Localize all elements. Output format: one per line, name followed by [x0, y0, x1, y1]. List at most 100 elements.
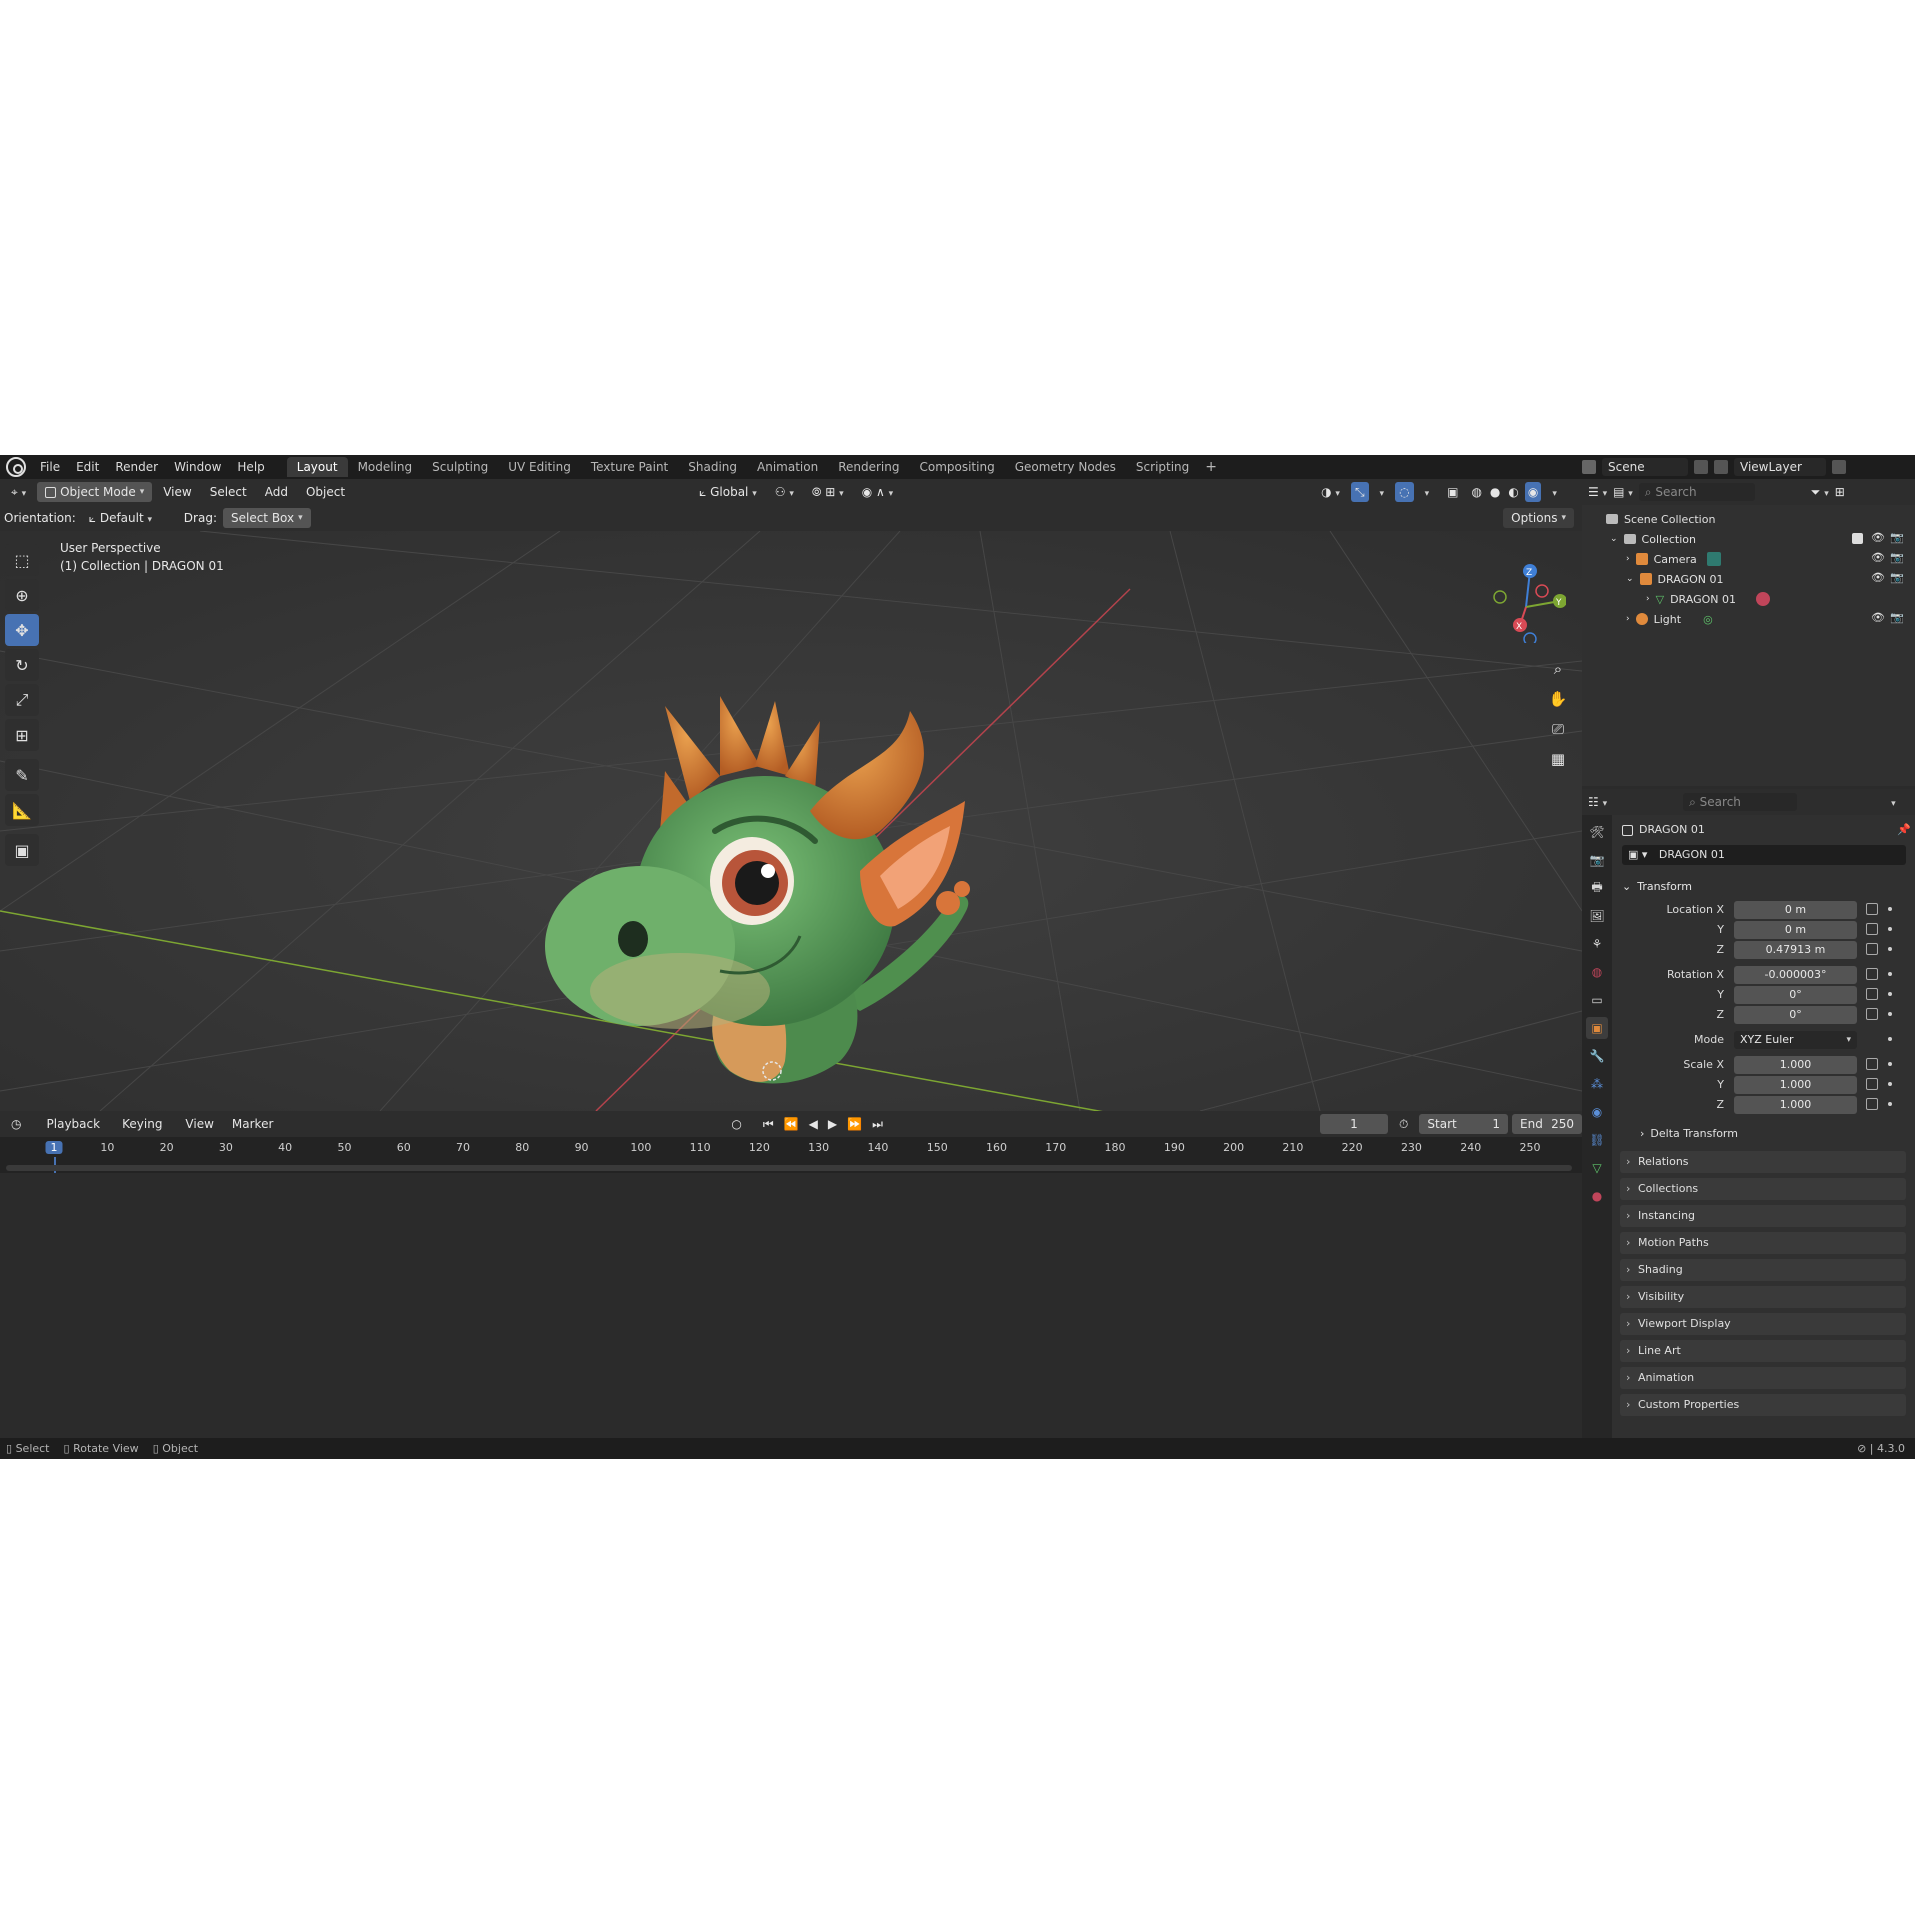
- scene-name-field[interactable]: Scene: [1602, 458, 1688, 476]
- pan-view-icon[interactable]: ✋: [1544, 685, 1572, 713]
- expand-chevron-icon[interactable]: ›: [1626, 554, 1630, 564]
- rotation-y-field[interactable]: 0°: [1734, 986, 1857, 1004]
- tab-modeling[interactable]: Modeling: [348, 457, 423, 477]
- scale-x-field[interactable]: 1.000: [1734, 1056, 1857, 1074]
- scene-icon[interactable]: [1582, 460, 1596, 474]
- location-z-field[interactable]: 0.47913 m: [1734, 941, 1857, 959]
- blender-logo-icon[interactable]: [6, 457, 26, 477]
- material-icon[interactable]: [1755, 592, 1770, 606]
- keyframe-dot-icon[interactable]: [1888, 907, 1892, 911]
- location-x-field[interactable]: 0 m: [1734, 901, 1857, 919]
- timeline-editor-icon[interactable]: ◷ ▾: [4, 1114, 36, 1151]
- lock-icon[interactable]: [1866, 988, 1878, 1000]
- transform-orientation-dropdown[interactable]: ⟀ Global ▾: [692, 482, 764, 502]
- panel-animation[interactable]: Animation: [1620, 1367, 1906, 1389]
- timeline-menu-keying[interactable]: Keying ▾: [115, 1114, 174, 1151]
- keyframe-dot-icon[interactable]: [1888, 1082, 1892, 1086]
- visibility-icon[interactable]: ◑ ▾: [1314, 482, 1347, 502]
- keyframe-dot-icon[interactable]: [1888, 992, 1892, 996]
- object-name-field[interactable]: ▣ ▾ DRAGON 01: [1622, 845, 1906, 865]
- xray-icon[interactable]: ▣: [1440, 482, 1465, 502]
- gizmo-dropdown-icon[interactable]: ▾: [1373, 482, 1392, 502]
- add-workspace-icon[interactable]: +: [1199, 457, 1223, 477]
- end-frame-field[interactable]: End 250: [1512, 1114, 1582, 1134]
- play-icon[interactable]: ▶: [825, 1114, 840, 1134]
- panel-custom-properties[interactable]: Custom Properties: [1620, 1394, 1906, 1416]
- overlay-dropdown-icon[interactable]: ▾: [1418, 482, 1437, 502]
- properties-editor-icon[interactable]: ☷ ▾: [1588, 792, 1607, 812]
- keyframe-dot-icon[interactable]: [1888, 972, 1892, 976]
- tab-scripting[interactable]: Scripting: [1126, 457, 1199, 477]
- tab-rendering[interactable]: Rendering: [828, 457, 909, 477]
- menu-help[interactable]: Help: [229, 455, 272, 479]
- world-tab-icon[interactable]: ◍: [1586, 961, 1608, 983]
- view-layer-tab-icon[interactable]: 🖼: [1586, 905, 1608, 927]
- options-dropdown[interactable]: Options ▾: [1503, 508, 1574, 528]
- delta-transform-subpanel[interactable]: › Delta Transform: [1640, 1127, 1738, 1140]
- timeline-menu-view[interactable]: View: [178, 1114, 220, 1134]
- expand-chevron-icon[interactable]: ›: [1646, 594, 1650, 604]
- navigation-gizmo[interactable]: Z Y X: [1486, 563, 1566, 643]
- lock-icon[interactable]: [1866, 1078, 1878, 1090]
- keyframe-dot-icon[interactable]: [1888, 1062, 1892, 1066]
- modifier-tab-icon[interactable]: 🔧: [1586, 1045, 1608, 1067]
- tool-tab-icon[interactable]: 🛠: [1586, 821, 1608, 843]
- select-box-tool-icon[interactable]: ⬚: [5, 544, 39, 576]
- physics-tab-icon[interactable]: ◉: [1586, 1101, 1608, 1123]
- visibility-eye-icon[interactable]: 👁: [1871, 531, 1885, 544]
- render-tab-icon[interactable]: 📷: [1586, 849, 1608, 871]
- orientation-dropdown[interactable]: ⟀ Default ▾: [82, 508, 178, 528]
- panel-line-art[interactable]: Line Art: [1620, 1340, 1906, 1362]
- editor-type-icon[interactable]: ⌖ ▾: [4, 482, 33, 502]
- expand-chevron-icon[interactable]: ›: [1626, 614, 1630, 624]
- lock-icon[interactable]: [1866, 968, 1878, 980]
- viewlayer-name-field[interactable]: ViewLayer: [1734, 458, 1826, 476]
- rotate-tool-icon[interactable]: ↻: [5, 649, 39, 681]
- lock-icon[interactable]: [1866, 903, 1878, 915]
- menu-edit[interactable]: Edit: [68, 455, 107, 479]
- render-camera-icon[interactable]: 📷: [1890, 571, 1904, 584]
- stopwatch-icon[interactable]: ⏱: [1392, 1114, 1415, 1134]
- panel-shading[interactable]: Shading: [1620, 1259, 1906, 1281]
- menu-view[interactable]: View: [156, 482, 198, 502]
- gizmo-neg-x-handle[interactable]: [1493, 590, 1507, 604]
- tab-geometry-nodes[interactable]: Geometry Nodes: [1005, 457, 1126, 477]
- keyframe-dot-icon[interactable]: [1888, 1102, 1892, 1106]
- annotate-tool-icon[interactable]: ✎: [5, 759, 39, 791]
- menu-window[interactable]: Window: [166, 455, 229, 479]
- panel-viewport-display[interactable]: Viewport Display: [1620, 1313, 1906, 1335]
- properties-search-input[interactable]: ⌕ Search: [1683, 793, 1798, 811]
- scene-tab-icon[interactable]: ⚘: [1586, 933, 1608, 955]
- scale-tool-icon[interactable]: ⤢: [5, 684, 39, 716]
- tab-animation[interactable]: Animation: [747, 457, 828, 477]
- visibility-eye-icon[interactable]: 👁: [1871, 571, 1885, 584]
- timeline-scrollbar[interactable]: [6, 1165, 1572, 1171]
- keyframe-dot-icon[interactable]: [1888, 947, 1892, 951]
- lock-icon[interactable]: [1866, 1098, 1878, 1110]
- zoom-view-icon[interactable]: ⌕: [1544, 655, 1572, 683]
- menu-object[interactable]: Object: [299, 482, 352, 502]
- menu-add[interactable]: Add: [258, 482, 295, 502]
- timeline-ruler[interactable]: 1 10 20 30 40 50 60 70 80 90 100 110 120 130 140 150 160…: [0, 1137, 1582, 1173]
- rotation-x-field[interactable]: -0.000003°: [1734, 966, 1857, 984]
- panel-instancing[interactable]: Instancing: [1620, 1205, 1906, 1227]
- pin-icon[interactable]: 📌: [1897, 823, 1911, 836]
- expand-chevron-icon[interactable]: ⌄: [1610, 534, 1618, 544]
- rotation-mode-dropdown[interactable]: XYZ Euler ▾: [1734, 1031, 1857, 1049]
- drag-dropdown[interactable]: Select Box ▾: [222, 508, 311, 528]
- outliner-row-light[interactable]: › Light ◎ 👁 📷: [1582, 609, 1915, 629]
- lock-icon[interactable]: [1866, 1008, 1878, 1020]
- gizmo-neg-z-handle[interactable]: [1523, 632, 1537, 643]
- camera-data-icon[interactable]: [1706, 552, 1721, 566]
- visibility-eye-icon[interactable]: 👁: [1871, 551, 1885, 564]
- render-camera-icon[interactable]: 📷: [1890, 551, 1904, 564]
- wireframe-shading-icon[interactable]: ◍: [1469, 482, 1483, 502]
- transform-tool-icon[interactable]: ⊞: [5, 719, 39, 751]
- current-frame-marker[interactable]: 1: [45, 1141, 63, 1154]
- new-viewlayer-icon[interactable]: [1832, 460, 1846, 474]
- outliner-row-dragon-mesh[interactable]: › ▽ DRAGON 01: [1582, 589, 1915, 609]
- menu-render[interactable]: Render: [107, 455, 166, 479]
- lock-icon[interactable]: [1866, 1058, 1878, 1070]
- outliner-row-dragon[interactable]: ⌄ DRAGON 01 👁 📷: [1582, 569, 1915, 589]
- gizmo-neg-y-handle[interactable]: [1535, 584, 1549, 598]
